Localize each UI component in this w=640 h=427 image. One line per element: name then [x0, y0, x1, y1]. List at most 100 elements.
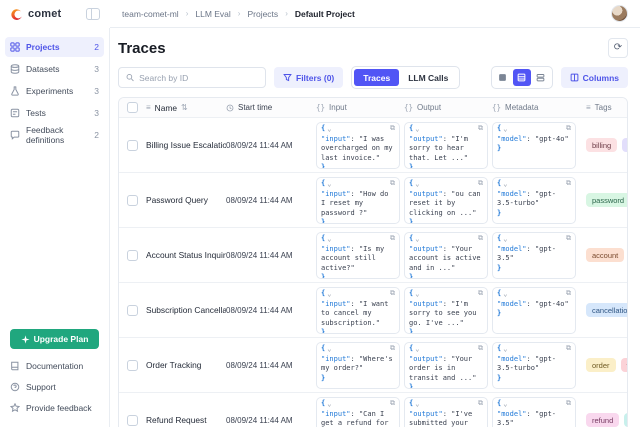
table-row[interactable]: Billing Issue Escalation 08/09/24 11:44 …	[119, 118, 627, 173]
output-json-cell: {⌄⧉ "output": "Your order is in transit …	[404, 342, 488, 389]
tag[interactable]: password	[586, 193, 628, 207]
collapse-chevron-icon[interactable]: ⌄	[415, 291, 419, 297]
sidebar-item-documentation[interactable]: Documentation	[5, 356, 104, 376]
copy-icon[interactable]: ⧉	[478, 399, 483, 409]
collapse-chevron-icon[interactable]: ⌄	[327, 401, 331, 407]
collapse-chevron-icon[interactable]: ⌄	[415, 236, 419, 242]
collapse-chevron-icon[interactable]: ⌄	[503, 236, 507, 242]
sidebar-item-feedback-definitions[interactable]: Feedback definitions 2	[5, 125, 104, 145]
density-relaxed-button[interactable]	[532, 69, 550, 86]
copy-icon[interactable]: ⧉	[566, 124, 571, 134]
columns-button[interactable]: Columns	[561, 67, 628, 88]
sidebar-item-count: 3	[94, 64, 99, 74]
collapse-chevron-icon[interactable]: ⌄	[327, 126, 331, 132]
copy-icon[interactable]: ⧉	[566, 399, 571, 409]
filters-button[interactable]: Filters (0)	[274, 67, 343, 88]
breadcrumb-projects[interactable]: Projects	[247, 9, 278, 19]
sidebar-item-label: Feedback definitions	[26, 125, 88, 145]
sidebar: Projects 2 Datasets 3 Experiments 3 Test…	[0, 28, 110, 427]
tab-llm-calls[interactable]: LLM Calls	[399, 69, 457, 86]
row-checkbox[interactable]	[127, 415, 138, 426]
table-row[interactable]: Order Tracking 08/09/24 11:44 AM {⌄⧉ "in…	[119, 338, 627, 393]
columns-icon	[570, 73, 579, 82]
sidebar-item-datasets[interactable]: Datasets 3	[5, 59, 104, 79]
copy-icon[interactable]: ⧉	[478, 289, 483, 299]
collapse-chevron-icon[interactable]: ⌄	[503, 126, 507, 132]
sidebar-item-provide-feedback[interactable]: Provide feedback	[5, 398, 104, 418]
copy-icon[interactable]: ⧉	[390, 399, 395, 409]
collapse-chevron-icon[interactable]: ⌄	[415, 126, 419, 132]
table-row[interactable]: Account Status Inquiry 08/09/24 11:44 AM…	[119, 228, 627, 283]
search-box[interactable]	[118, 67, 266, 88]
sidebar-item-label: Projects	[26, 42, 60, 52]
collapse-chevron-icon[interactable]: ⌄	[415, 346, 419, 352]
breadcrumb-project-group[interactable]: LLM Eval	[195, 9, 230, 19]
copy-icon[interactable]: ⧉	[390, 234, 395, 244]
copy-icon[interactable]: ⧉	[566, 289, 571, 299]
collapse-chevron-icon[interactable]: ⌄	[503, 291, 507, 297]
refresh-button[interactable]: ⟳	[608, 38, 628, 58]
comet-logo[interactable]: comet	[10, 8, 61, 21]
tag[interactable]: tracking	[621, 358, 628, 372]
collapse-chevron-icon[interactable]: ⌄	[327, 291, 331, 297]
collapse-chevron-icon[interactable]: ⌄	[327, 346, 331, 352]
copy-icon[interactable]: ⧉	[390, 124, 395, 134]
copy-icon[interactable]: ⧉	[566, 179, 571, 189]
search-input[interactable]	[139, 73, 258, 83]
copy-icon[interactable]: ⧉	[478, 234, 483, 244]
row-checkbox[interactable]	[127, 140, 138, 151]
tag[interactable]: request	[624, 413, 628, 427]
input-json-cell: {⌄⧉ "input": "Can I get a refund for my …	[316, 397, 400, 427]
copy-icon[interactable]: ⧉	[566, 344, 571, 354]
upgrade-plan-button[interactable]: Upgrade Plan	[10, 329, 99, 349]
copy-icon[interactable]: ⧉	[390, 289, 395, 299]
collapse-chevron-icon[interactable]: ⌄	[503, 401, 507, 407]
select-all-checkbox[interactable]	[127, 102, 138, 113]
row-checkbox[interactable]	[127, 250, 138, 261]
tag[interactable]: billing	[586, 138, 617, 152]
sidebar-item-support[interactable]: Support	[5, 377, 104, 397]
copy-icon[interactable]: ⧉	[478, 179, 483, 189]
user-avatar[interactable]	[611, 5, 628, 22]
output-json-cell: {⌄⧉ "output": "I'm sorry to hear that. L…	[404, 122, 488, 169]
copy-icon[interactable]: ⧉	[478, 344, 483, 354]
collapse-chevron-icon[interactable]: ⌄	[503, 181, 507, 187]
sidebar-collapse-icon[interactable]	[86, 8, 100, 20]
row-checkbox[interactable]	[127, 195, 138, 206]
collapse-chevron-icon[interactable]: ⌄	[415, 181, 419, 187]
tab-traces[interactable]: Traces	[354, 69, 399, 86]
breadcrumb-workspace[interactable]: team-comet-ml	[122, 9, 179, 19]
tag[interactable]: account	[586, 248, 624, 262]
sidebar-item-experiments[interactable]: Experiments 3	[5, 81, 104, 101]
table-row[interactable]: Password Query 08/09/24 11:44 AM {⌄⧉ "in…	[119, 173, 627, 228]
breadcrumb-bar: team-comet-ml › LLM Eval › Projects › De…	[110, 0, 640, 28]
collapse-chevron-icon[interactable]: ⌄	[415, 401, 419, 407]
metadata-json-cell: {⌄⧉ "model": "gpt-3.5-turbo" }	[492, 177, 576, 224]
table-row[interactable]: Refund Request 08/09/24 11:44 AM {⌄⧉ "in…	[119, 393, 627, 427]
sidebar-item-label: Datasets	[26, 64, 60, 74]
collapse-chevron-icon[interactable]: ⌄	[503, 346, 507, 352]
row-checkbox[interactable]	[127, 360, 138, 371]
collapse-chevron-icon[interactable]: ⌄	[327, 181, 331, 187]
density-medium-button[interactable]	[513, 69, 531, 86]
tag[interactable]: order	[586, 358, 616, 372]
table-row[interactable]: Subscription Cancellation 08/09/24 11:44…	[119, 283, 627, 338]
copy-icon[interactable]: ⧉	[478, 124, 483, 134]
sidebar-item-projects[interactable]: Projects 2	[5, 37, 104, 57]
sidebar-item-tests[interactable]: Tests 3	[5, 103, 104, 123]
copy-icon[interactable]: ⧉	[390, 344, 395, 354]
tag[interactable]: refund	[586, 413, 619, 427]
chevron-right-icon: ›	[238, 9, 241, 18]
sidebar-item-label: Provide feedback	[26, 403, 92, 413]
tag[interactable]: escalation	[622, 138, 628, 152]
density-compact-button[interactable]	[494, 69, 512, 86]
trace-start-time: 08/09/24 11:44 AM	[226, 306, 316, 315]
copy-icon[interactable]: ⧉	[566, 234, 571, 244]
sort-icon[interactable]: ⇅	[181, 103, 188, 112]
trace-name: Order Tracking	[146, 360, 226, 370]
tag[interactable]: cancellation	[586, 303, 628, 317]
output-json-cell: {⌄⧉ "output": "I'm sorry to see you go. …	[404, 287, 488, 334]
copy-icon[interactable]: ⧉	[390, 179, 395, 189]
row-checkbox[interactable]	[127, 305, 138, 316]
collapse-chevron-icon[interactable]: ⌄	[327, 236, 331, 242]
